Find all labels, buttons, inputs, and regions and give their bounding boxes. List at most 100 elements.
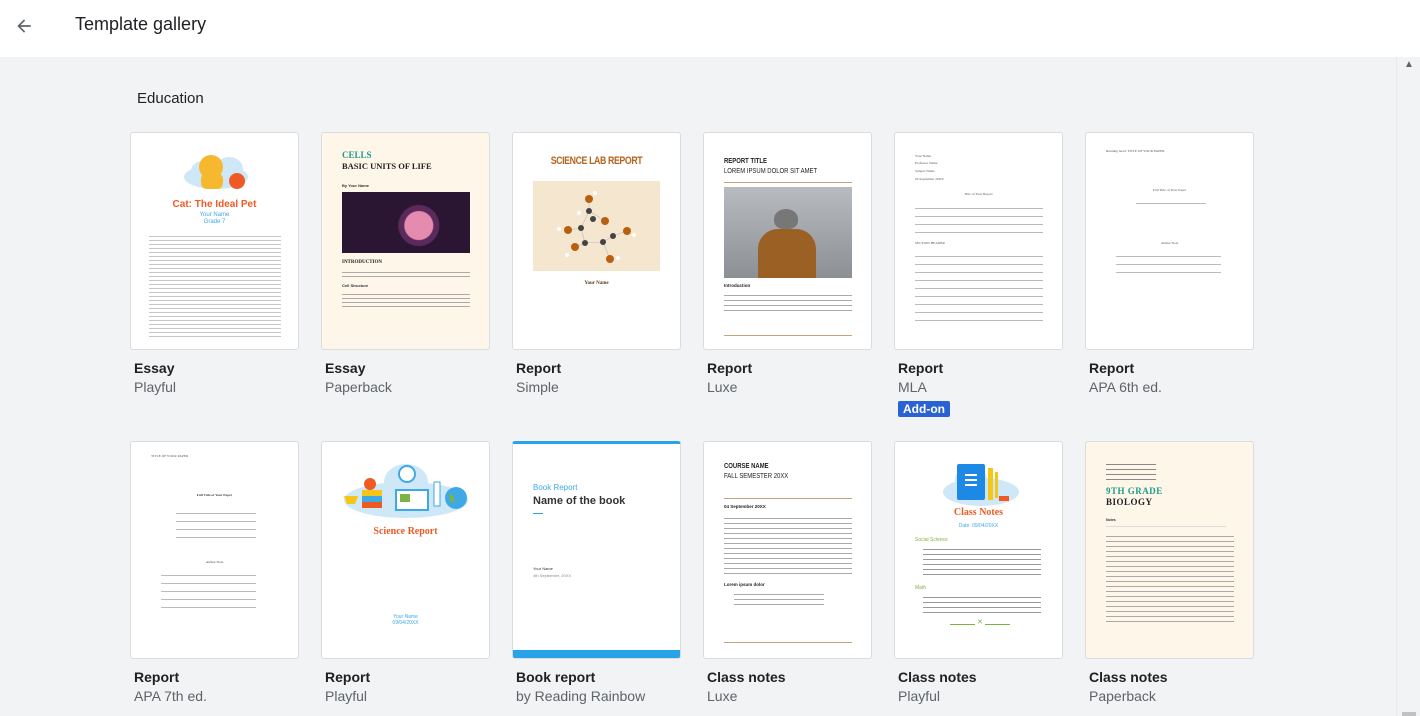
preview-kicker: Book Report bbox=[533, 483, 578, 492]
template-thumbnail[interactable]: Book Report Name of the book Your Name 4… bbox=[512, 441, 681, 659]
preview-title: Science Report bbox=[373, 526, 438, 537]
preview-date: 04 September 20XX bbox=[724, 504, 766, 509]
preview-title: Full Title of Your Paper bbox=[196, 493, 233, 497]
preview-line: Subject Name bbox=[915, 169, 935, 173]
divider bbox=[533, 513, 543, 514]
preview-grade: Grade 7 bbox=[203, 219, 226, 225]
preview-kicker: 9TH GRADE bbox=[1106, 486, 1163, 496]
preview-subtitle: FALL SEMESTER 20XX bbox=[724, 473, 789, 480]
preview-line: Your Name bbox=[915, 154, 932, 158]
preview-title: Class Notes bbox=[953, 507, 1004, 518]
template-style: Luxe bbox=[707, 379, 738, 395]
preview-running-head: TITLE OF YOUR PAPER bbox=[151, 454, 189, 458]
preview-title: BASIC UNITS OF LIFE bbox=[342, 161, 432, 171]
scroll-thumb[interactable] bbox=[1402, 712, 1416, 716]
divider bbox=[1106, 526, 1226, 527]
preview-subtitle: LOREM IPSUM DOLOR SIT AMET bbox=[724, 168, 818, 175]
preview-note: Author Note bbox=[1160, 241, 1179, 245]
preview-body-text bbox=[149, 233, 281, 337]
preview-line: Professor Name bbox=[915, 161, 938, 165]
template-card-report-playful[interactable]: Science Report Your Name 09/04/20XX Repo… bbox=[321, 441, 491, 704]
template-card-book-report[interactable]: Book Report Name of the book Your Name 4… bbox=[512, 441, 682, 704]
template-style: by Reading Rainbow bbox=[516, 688, 646, 704]
template-thumbnail[interactable]: TITLE OF YOUR PAPER Full Title of Your P… bbox=[130, 441, 299, 659]
preview-body-text bbox=[1136, 196, 1206, 208]
arrow-left-icon bbox=[17, 19, 31, 33]
template-card-class-notes-playful[interactable]: Class Notes Date: 09/04/20XX Social Scie… bbox=[894, 441, 1064, 704]
preview-photo bbox=[724, 187, 852, 278]
preview-date: 4th September, 20XX bbox=[533, 573, 572, 578]
preview-running-head: Running head: TITLE OF YOUR PAPER bbox=[1106, 149, 1165, 153]
preview-byline: By Your Name bbox=[342, 183, 369, 188]
preview-body-text bbox=[176, 506, 256, 542]
template-name: Essay bbox=[134, 360, 175, 376]
notebook-illustration-icon bbox=[943, 464, 1019, 506]
preview-body-text bbox=[734, 590, 824, 606]
template-card-report-simple[interactable]: SCIENCE LAB REPORT Your Name Report Simp… bbox=[512, 132, 682, 395]
divider bbox=[724, 335, 852, 336]
template-thumbnail[interactable]: SCIENCE LAB REPORT Your Name bbox=[512, 132, 681, 350]
molecule-illustration bbox=[533, 181, 660, 271]
preview-date: Date: 09/04/20XX bbox=[958, 523, 999, 529]
template-name: Report bbox=[898, 360, 944, 376]
template-card-report-apa7[interactable]: TITLE OF YOUR PAPER Full Title of Your P… bbox=[130, 441, 300, 704]
template-card-class-notes-luxe[interactable]: COURSE NAME FALL SEMESTER 20XX 04 Septem… bbox=[703, 441, 873, 704]
top-bar: Template gallery bbox=[0, 0, 1420, 57]
preview-kicker: CELLS bbox=[342, 150, 372, 160]
preview-title: Cat: The Ideal Pet bbox=[172, 199, 257, 210]
template-thumbnail[interactable]: REPORT TITLE LOREM IPSUM DOLOR SIT AMET … bbox=[703, 132, 872, 350]
preview-note: Author Note bbox=[205, 560, 224, 564]
preview-body-text bbox=[724, 291, 852, 315]
preview-subheading: Cell Structure bbox=[342, 283, 369, 288]
divider bbox=[724, 498, 852, 499]
preview-heading: Introduction bbox=[724, 283, 751, 288]
science-illustration-icon bbox=[344, 464, 468, 518]
cell-illustration bbox=[342, 192, 470, 253]
template-thumbnail[interactable]: Cat: The Ideal Pet Your Name Grade 7 bbox=[130, 132, 299, 350]
preview-body-text bbox=[1116, 249, 1221, 279]
scroll-up-arrow-icon[interactable]: ▲ bbox=[1401, 59, 1417, 73]
preview-body-text bbox=[342, 269, 470, 277]
gallery-content: Education Cat: The Ideal Pet Your Name G… bbox=[0, 57, 1396, 716]
template-name: Report bbox=[134, 669, 180, 685]
template-thumbnail[interactable]: Your Name Professor Name Subject Name 04… bbox=[894, 132, 1063, 350]
template-thumbnail[interactable]: 9TH GRADE BIOLOGY Notes bbox=[1085, 441, 1254, 659]
preview-title: BIOLOGY bbox=[1106, 497, 1153, 507]
template-style: MLA bbox=[898, 379, 927, 395]
template-card-report-apa6[interactable]: Running head: TITLE OF YOUR PAPER Full T… bbox=[1085, 132, 1255, 395]
preview-title: COURSE NAME bbox=[724, 463, 769, 470]
preview-body-text bbox=[161, 568, 256, 608]
template-name: Report bbox=[707, 360, 753, 376]
template-style: Simple bbox=[516, 379, 559, 395]
template-card-class-notes-paperback[interactable]: 9TH GRADE BIOLOGY Notes Class notes Pape… bbox=[1085, 441, 1255, 704]
molecule-icon bbox=[557, 191, 636, 263]
preview-body-text bbox=[915, 201, 1043, 237]
preview-body-text bbox=[923, 545, 1041, 575]
template-card-report-luxe[interactable]: REPORT TITLE LOREM IPSUM DOLOR SIT AMET … bbox=[703, 132, 873, 395]
preview-heading: Notes bbox=[1106, 518, 1116, 522]
scrollbar[interactable]: ▲ bbox=[1396, 57, 1420, 716]
preview-body-text bbox=[724, 514, 852, 578]
preview-title: REPORT TITLE bbox=[724, 158, 767, 165]
template-thumbnail[interactable]: CELLS BASIC UNITS OF LIFE By Your Name I… bbox=[321, 132, 490, 350]
preview-body-text bbox=[1106, 532, 1234, 622]
preview-body-text bbox=[915, 249, 1043, 325]
template-thumbnail[interactable]: COURSE NAME FALL SEMESTER 20XX 04 Septem… bbox=[703, 441, 872, 659]
template-thumbnail[interactable]: Class Notes Date: 09/04/20XX Social Scie… bbox=[894, 441, 1063, 659]
template-card-essay-playful[interactable]: Cat: The Ideal Pet Your Name Grade 7 Ess… bbox=[130, 132, 300, 395]
template-style: Paperback bbox=[1089, 688, 1156, 704]
preview-body-text bbox=[342, 291, 470, 307]
footer-bar bbox=[513, 650, 680, 658]
template-card-essay-paperback[interactable]: CELLS BASIC UNITS OF LIFE By Your Name I… bbox=[321, 132, 491, 395]
template-thumbnail[interactable]: Science Report Your Name 09/04/20XX bbox=[321, 441, 490, 659]
template-card-report-mla[interactable]: Your Name Professor Name Subject Name 04… bbox=[894, 132, 1064, 418]
divider bbox=[724, 182, 852, 183]
page-title: Template gallery bbox=[75, 14, 207, 34]
template-name: Class notes bbox=[1089, 669, 1168, 685]
back-button[interactable] bbox=[10, 12, 38, 40]
template-name: Book report bbox=[516, 669, 596, 685]
preview-title: Name of the book bbox=[533, 495, 626, 507]
preview-author: Your Name bbox=[533, 566, 553, 571]
template-thumbnail[interactable]: Running head: TITLE OF YOUR PAPER Full T… bbox=[1085, 132, 1254, 350]
template-name: Report bbox=[325, 669, 371, 685]
